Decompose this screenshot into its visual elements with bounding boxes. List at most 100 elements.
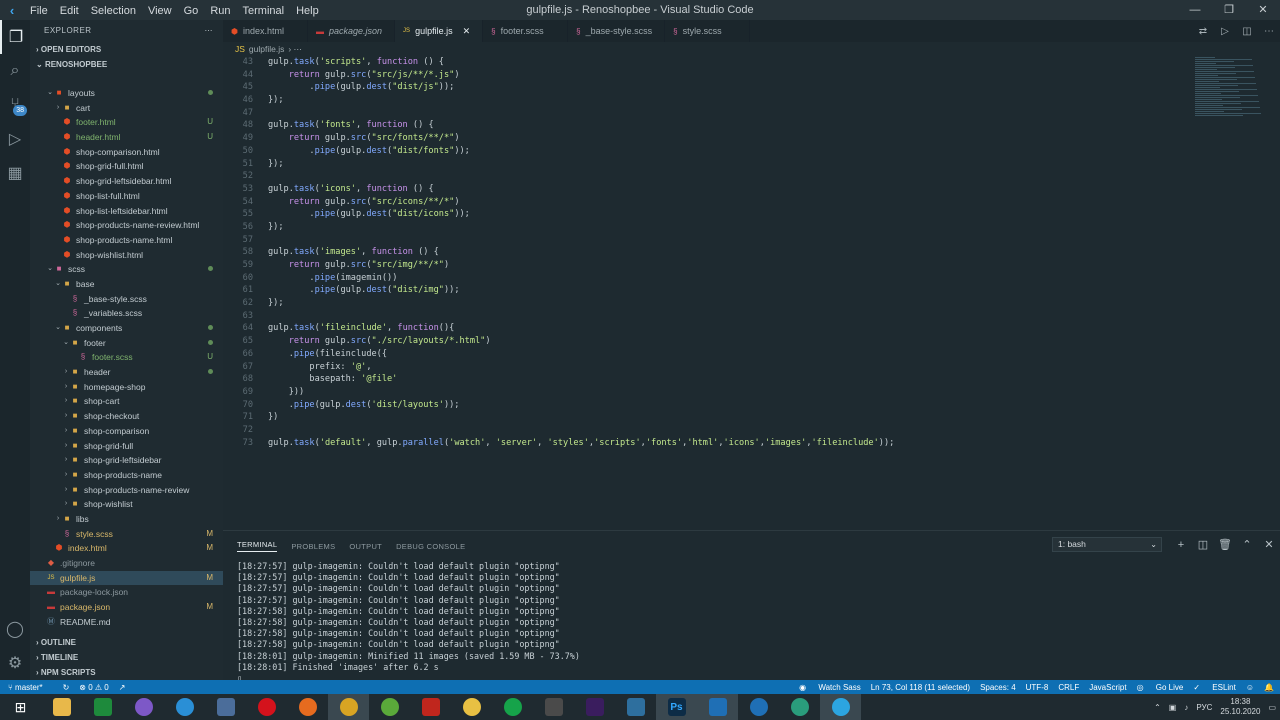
language-mode[interactable]: JavaScript <box>1089 683 1126 692</box>
menu-item-help[interactable]: Help <box>296 5 319 17</box>
menu-item-go[interactable]: Go <box>184 5 199 17</box>
notification-center-icon[interactable]: ▭ <box>1268 703 1276 712</box>
tree-item[interactable]: ⬢ shop-grid-leftsidebar.html <box>30 174 223 189</box>
photoshop-icon[interactable]: Ps <box>656 694 697 720</box>
cursor-position[interactable]: Ln 73, Col 118 (11 selected) <box>871 683 970 692</box>
editor-scrollbar[interactable] <box>1272 56 1280 530</box>
tree-item[interactable]: › ■ shop-wishlist <box>30 497 223 512</box>
tree-item[interactable]: ⌄ ■ layouts <box>30 86 223 101</box>
tab-package-json[interactable]: ▬ package.json <box>308 20 396 42</box>
tree-item[interactable]: ⬢ shop-list-full.html <box>30 189 223 204</box>
opera-icon[interactable] <box>246 694 287 720</box>
store-icon[interactable] <box>82 694 123 720</box>
notifications-icon[interactable]: 🔔 <box>1264 683 1274 692</box>
panel-tab-terminal[interactable]: TERMINAL <box>237 540 278 552</box>
panel-tab-problems[interactable]: PROBLEMS <box>291 542 335 551</box>
timeline-section[interactable]: › TIMELINE <box>30 650 223 665</box>
restore-icon[interactable]: ❐ <box>1212 0 1246 20</box>
go-live-status[interactable]: ◎ Go Live <box>1137 683 1184 692</box>
encoding[interactable]: UTF-8 <box>1026 683 1049 692</box>
indentation[interactable]: Spaces: 4 <box>980 683 1016 692</box>
tree-item[interactable]: JS gulpfile.js M <box>30 570 223 586</box>
watch-sass-status[interactable]: ◉ Watch Sass <box>799 683 861 692</box>
clock[interactable]: 18:38 25.10.2020 <box>1220 697 1260 717</box>
minimize-icon[interactable]: — <box>1178 0 1212 20</box>
phpstorm-icon[interactable] <box>574 694 615 720</box>
network-icon[interactable]: ▣ <box>1169 703 1177 712</box>
tree-item[interactable]: › ■ homepage-shop <box>30 380 223 395</box>
breadcrumb[interactable]: JS gulpfile.js › ⋯ <box>223 42 302 56</box>
menu-item-file[interactable]: File <box>30 5 48 17</box>
vscode-taskbar-icon[interactable] <box>697 694 738 720</box>
firefox-icon[interactable] <box>287 694 328 720</box>
ie-icon[interactable] <box>164 694 205 720</box>
open-changes-icon[interactable]: ⇄ <box>1192 26 1214 37</box>
account-icon[interactable]: ◯ <box>0 612 30 646</box>
tree-item[interactable]: › ■ shop-grid-leftsidebar <box>30 453 223 468</box>
app-icon[interactable] <box>205 694 246 720</box>
run-icon[interactable]: ▷ <box>1214 26 1236 37</box>
tree-item[interactable]: ⬢ shop-wishlist.html <box>30 248 223 263</box>
split-terminal-icon[interactable]: ◫ <box>1192 538 1214 551</box>
code-editor[interactable]: 43 gulp.task('scripts', function () {44 r… <box>223 56 1280 530</box>
menu-item-edit[interactable]: Edit <box>60 5 79 17</box>
paint-icon[interactable] <box>451 694 492 720</box>
utorrent-icon[interactable] <box>369 694 410 720</box>
settings-gear-icon[interactable]: ⚙ <box>0 646 30 680</box>
tree-item[interactable]: › ■ shop-products-name <box>30 468 223 483</box>
search-icon[interactable]: ⌕ <box>0 54 30 88</box>
panel-tab-output[interactable]: OUTPUT <box>349 542 382 551</box>
sublime-icon[interactable] <box>533 694 574 720</box>
terminal-output[interactable]: [18:27:57] gulp-imagemin: Couldn't load … <box>223 561 1280 684</box>
extensions-icon[interactable]: ▦ <box>0 156 30 190</box>
maps-icon[interactable] <box>738 694 779 720</box>
eol[interactable]: CRLF <box>1058 683 1079 692</box>
tree-item[interactable]: › ■ shop-grid-full <box>30 439 223 454</box>
tree-item[interactable]: ⬢ header.html U <box>30 130 223 145</box>
tree-item[interactable]: ⌄ ■ base <box>30 277 223 292</box>
tree-item[interactable]: ⬢ shop-list-leftsidebar.html <box>30 204 223 219</box>
close-icon[interactable]: ✕ <box>1246 0 1280 20</box>
trash-icon[interactable]: 🗑 <box>1214 538 1236 551</box>
more-actions-icon[interactable]: ⋯ <box>205 20 214 42</box>
new-terminal-icon[interactable]: + <box>1170 539 1192 551</box>
tree-item[interactable]: › ■ shop-checkout <box>30 409 223 424</box>
menu-item-view[interactable]: View <box>148 5 172 17</box>
tab-gulpfile-js[interactable]: JS gulpfile.js ✕ <box>395 20 484 42</box>
tree-item[interactable]: › ■ libs <box>30 512 223 527</box>
tree-item[interactable]: ⌄ ■ components <box>30 321 223 336</box>
outline-section[interactable]: › OUTLINE <box>30 635 223 650</box>
feedback-icon[interactable]: ☺ <box>1246 683 1254 692</box>
tree-item[interactable]: ◆ .gitignore <box>30 556 223 571</box>
telegram-icon[interactable] <box>820 694 861 720</box>
tree-item[interactable]: ▬ package.json M <box>30 600 223 615</box>
tree-item[interactable]: ⌄ ■ scss <box>30 262 223 277</box>
tree-item[interactable]: › ■ shop-cart <box>30 394 223 409</box>
viber-icon[interactable] <box>123 694 164 720</box>
npm-scripts-section[interactable]: › NPM SCRIPTS <box>30 665 223 680</box>
tab--base-style-scss[interactable]: § _base-style.scss <box>568 20 666 42</box>
tree-item[interactable]: § _base-style.scss <box>30 292 223 307</box>
filezilla-icon[interactable] <box>410 694 451 720</box>
file-explorer-icon[interactable] <box>41 694 82 720</box>
panel-tab-debug-console[interactable]: DEBUG CONSOLE <box>396 542 465 551</box>
source-control-icon[interactable]: ⑂ 38 <box>0 88 30 122</box>
menu-item-selection[interactable]: Selection <box>91 5 136 17</box>
tree-item[interactable]: › ■ shop-products-name-review <box>30 483 223 498</box>
edge-icon[interactable] <box>779 694 820 720</box>
tree-item[interactable]: ⬢ shop-products-name.html <box>30 233 223 248</box>
split-editor-icon[interactable]: ◫ <box>1236 26 1258 37</box>
tree-item[interactable]: § footer.scss U <box>30 350 223 365</box>
tree-item[interactable]: ⌄ ■ footer <box>30 336 223 351</box>
tray-arrow-icon[interactable]: ⌃ <box>1154 703 1161 712</box>
project-section[interactable]: ⌄ RENOSHOPBEE <box>30 57 223 72</box>
tree-item[interactable]: ⬢ shop-products-name-review.html <box>30 218 223 233</box>
tree-item[interactable]: › ■ cart <box>30 101 223 116</box>
keyboard-language[interactable]: РУС <box>1196 703 1212 712</box>
tree-item[interactable]: § style.scss M <box>30 527 223 542</box>
tree-item[interactable]: › ■ shop-comparison <box>30 424 223 439</box>
tree-item[interactable]: › ■ header <box>30 365 223 380</box>
sync-icon[interactable]: ↻ <box>63 683 70 692</box>
open-editors-section[interactable]: › OPEN EDITORS <box>30 42 223 57</box>
explorer-icon[interactable]: ❐ <box>0 20 30 54</box>
